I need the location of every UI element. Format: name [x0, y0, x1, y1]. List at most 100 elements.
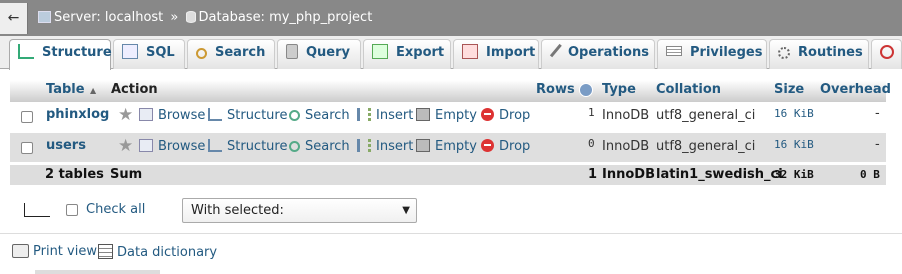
- summary-type: InnoDB: [602, 167, 655, 182]
- collation: utf8_general_ci: [656, 139, 756, 154]
- check-all-label[interactable]: Check all: [86, 202, 145, 217]
- summary-rows: 1: [588, 167, 598, 182]
- insert-icon: [357, 108, 371, 121]
- structure-icon: [208, 108, 222, 121]
- size-link[interactable]: 16 KiB: [774, 138, 814, 151]
- row-count: 0: [588, 137, 595, 150]
- clock-icon: [880, 45, 894, 59]
- table-row: users ★ Browse Structure Search Insert E…: [10, 133, 886, 162]
- tab-import[interactable]: Import: [453, 39, 539, 69]
- row-checkbox[interactable]: [21, 111, 33, 123]
- browse-action[interactable]: Browse: [139, 108, 205, 123]
- row-checkbox[interactable]: [21, 142, 33, 154]
- favorite-star-icon[interactable]: ★: [118, 138, 133, 155]
- header-rows[interactable]: Rows: [536, 82, 575, 97]
- tab-query[interactable]: Query: [277, 39, 361, 69]
- header-overhead[interactable]: Overhead: [820, 82, 891, 97]
- header-type[interactable]: Type: [602, 82, 636, 97]
- summary-collation: latin1_swedish_ci: [656, 167, 783, 182]
- privileges-icon: [666, 46, 682, 56]
- tab-events[interactable]: [871, 39, 902, 69]
- check-all-checkbox[interactable]: [66, 204, 78, 216]
- size-link[interactable]: 16 KiB: [774, 107, 814, 120]
- browse-action[interactable]: Browse: [139, 139, 205, 154]
- tab-structure[interactable]: Structure: [9, 39, 112, 70]
- tab-label: Operations: [568, 45, 649, 60]
- help-icon[interactable]: [579, 83, 593, 97]
- tab-label: Privileges: [690, 45, 763, 60]
- summary-size: 32 KiB: [774, 168, 814, 181]
- tab-label: Search: [215, 45, 266, 60]
- table-header: Table ▲ Action Rows Type Collation Size …: [10, 80, 891, 102]
- print-view-link[interactable]: Print view: [12, 244, 97, 259]
- table-name-link[interactable]: phinxlog: [46, 107, 109, 122]
- with-selected-value: With selected:: [191, 203, 284, 218]
- divider: [0, 233, 902, 234]
- drop-icon: [481, 108, 494, 121]
- insert-action[interactable]: Insert: [357, 139, 413, 154]
- header-collation[interactable]: Collation: [656, 82, 721, 97]
- empty-action[interactable]: Empty: [416, 139, 477, 154]
- tab-label: Import: [486, 45, 536, 60]
- printer-icon: [12, 244, 29, 258]
- tab-search[interactable]: Search: [187, 39, 275, 69]
- search-action[interactable]: Search: [289, 108, 350, 123]
- search-action[interactable]: Search: [289, 139, 350, 154]
- structure-icon: [18, 44, 34, 59]
- row-count: 1: [588, 106, 595, 119]
- tab-label: Structure: [42, 45, 112, 60]
- header-table-sort[interactable]: Table: [46, 82, 85, 97]
- header-size[interactable]: Size: [774, 82, 804, 97]
- tab-label: Export: [396, 45, 445, 60]
- partial-element: [35, 270, 160, 274]
- tab-privileges[interactable]: Privileges: [657, 39, 767, 69]
- search-icon: [196, 48, 207, 59]
- tab-label: Query: [306, 45, 351, 60]
- sort-asc-icon: ▲: [90, 86, 97, 95]
- breadcrumb-separator: »: [170, 10, 179, 25]
- select-arrow-icon: [24, 203, 50, 217]
- table-row: phinxlog ★ Browse Structure Search Inser…: [10, 102, 886, 131]
- tab-label: Routines: [798, 45, 863, 60]
- breadcrumb-server[interactable]: Server: localhost: [54, 10, 163, 25]
- search-icon: [289, 141, 300, 152]
- structure-action[interactable]: Structure: [208, 108, 287, 123]
- drop-action[interactable]: Drop: [481, 139, 530, 154]
- engine-type: InnoDB: [602, 108, 650, 123]
- empty-action[interactable]: Empty: [416, 108, 477, 123]
- chevron-down-icon: ▼: [402, 205, 410, 216]
- structure-action[interactable]: Structure: [208, 139, 287, 154]
- empty-icon: [416, 139, 430, 152]
- engine-type: InnoDB: [602, 139, 650, 154]
- drop-icon: [481, 139, 494, 152]
- sql-icon: [122, 44, 138, 59]
- database-icon: [185, 11, 196, 23]
- export-icon: [372, 44, 388, 59]
- browse-icon: [139, 108, 153, 121]
- tab-sql[interactable]: SQL: [113, 39, 185, 69]
- overhead: -: [875, 137, 880, 152]
- routines-icon: [778, 47, 790, 59]
- collapse-arrow-button[interactable]: ←: [0, 3, 28, 34]
- overhead: -: [875, 106, 880, 121]
- structure-icon: [208, 139, 222, 152]
- browse-icon: [139, 139, 153, 152]
- breadcrumb-database[interactable]: Database: my_php_project: [199, 10, 373, 25]
- collation: utf8_general_ci: [656, 108, 756, 123]
- tab-export[interactable]: Export: [363, 39, 451, 69]
- insert-action[interactable]: Insert: [357, 108, 413, 123]
- breadcrumb-bar: ← Server: localhost » Database: my_php_p…: [0, 0, 902, 36]
- query-icon: [286, 44, 298, 59]
- drop-action[interactable]: Drop: [481, 108, 530, 123]
- with-selected-dropdown[interactable]: With selected: ▼: [182, 198, 417, 223]
- summary-row: 2 tables Sum 1 InnoDB latin1_swedish_ci …: [10, 165, 886, 185]
- import-icon: [462, 44, 478, 59]
- tab-routines[interactable]: Routines: [769, 39, 869, 69]
- data-dictionary-link[interactable]: Data dictionary: [98, 244, 217, 260]
- wrench-icon: [549, 43, 565, 60]
- tab-operations[interactable]: Operations: [541, 39, 655, 69]
- search-icon: [289, 110, 300, 121]
- table-name-link[interactable]: users: [46, 138, 86, 153]
- summary-table-count: 2 tables: [45, 167, 104, 182]
- favorite-star-icon[interactable]: ★: [118, 107, 133, 124]
